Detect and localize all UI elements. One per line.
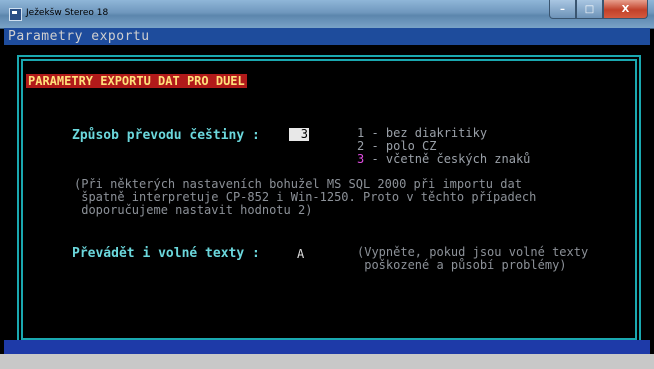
maximize-button[interactable]: □ — [576, 0, 603, 19]
window-bottom-edge — [0, 354, 654, 369]
free-texts-input[interactable]: A — [297, 247, 304, 261]
conversion-input[interactable]: 3 — [289, 128, 309, 141]
free-texts-label: Převádět i volné texty : — [72, 246, 260, 261]
window-controls: – □ X — [549, 0, 648, 19]
status-bar — [4, 340, 650, 354]
conversion-option-1[interactable]: 1 - bez diakritiky — [357, 126, 487, 140]
console-area: Parametry exportu PARAMETRY EXPORTU DAT … — [4, 28, 650, 365]
app-icon[interactable] — [9, 8, 22, 21]
conversion-label: Způsob převodu češtiny : — [72, 128, 260, 143]
title-bar[interactable]: Ježekšw Stereo 18 – □ X — [0, 0, 654, 29]
conversion-option-3[interactable]: 3 - včetně českých znaků — [357, 152, 530, 166]
panel-heading: PARAMETRY EXPORTU DAT PRO DUEL — [26, 74, 247, 88]
console-header-bar: Parametry exportu — [4, 28, 650, 45]
minimize-button[interactable]: – — [549, 0, 576, 19]
conversion-option-2[interactable]: 2 - polo CZ — [357, 139, 436, 153]
encoding-note: (Při některých nastaveních bohužel MS SQ… — [74, 177, 537, 217]
window-title: Ježekšw Stereo 18 — [26, 8, 109, 18]
option-text: - bez diakritiky — [364, 126, 488, 140]
close-button[interactable]: X — [603, 0, 648, 19]
option-text: - polo CZ — [364, 139, 437, 153]
option-text: - včetně českých znaků — [364, 152, 531, 166]
free-texts-hint: (Vypněte, pokud jsou volné texty poškoze… — [357, 245, 589, 272]
console-header-title: Parametry exportu — [8, 29, 150, 44]
